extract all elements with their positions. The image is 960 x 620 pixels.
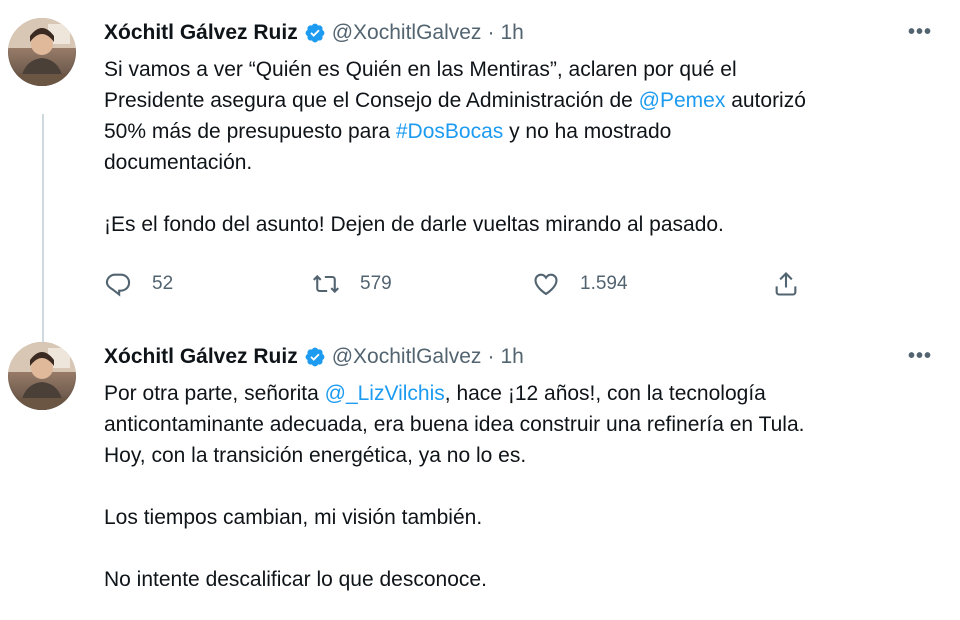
separator-dot: · [487, 21, 495, 44]
avatar[interactable] [8, 342, 76, 410]
text-line: ¡Es el fondo del asunto! Dejen de darle … [104, 213, 724, 236]
separator-dot: · [487, 345, 495, 368]
text-line: documentación. [104, 151, 253, 174]
author-name[interactable]: Xóchitl Gálvez Ruiz [104, 345, 298, 369]
verified-badge-icon [305, 347, 325, 367]
mention-link[interactable]: @Pemex [639, 89, 726, 112]
reply-icon [105, 273, 131, 297]
tweet-header: Xóchitl Gálvez Ruiz @XochitlGalvez · 1h [104, 342, 934, 372]
text-line: No intente descalificar lo que desconoce… [104, 568, 487, 591]
retweet-count: 579 [360, 273, 392, 294]
text-line: Hoy, con la transición energética, ya no… [104, 444, 527, 467]
tweet-actions: 52 579 1.594 [104, 264, 934, 304]
author-name[interactable]: Xóchitl Gálvez Ruiz [104, 21, 298, 45]
author-handle[interactable]: @XochitlGalvez [332, 345, 482, 369]
tweet-text: Si vamos a ver “Quién es Quién en las Me… [104, 54, 934, 240]
retweet-icon [313, 274, 339, 294]
share-icon [775, 272, 797, 296]
mention-link[interactable]: @_LizVilchis [325, 382, 445, 405]
text-line: anticontaminante adecuada, era buena ide… [104, 413, 805, 436]
like-count: 1.594 [580, 273, 628, 294]
text-line: Presidente asegura que el Consejo de Adm… [104, 89, 806, 112]
thread-connector-line [42, 114, 44, 350]
text-line: Por otra parte, señorita @_LizVilchis, h… [104, 382, 766, 405]
timestamp[interactable]: 1h [500, 21, 523, 45]
reply-count: 52 [152, 273, 174, 294]
more-icon[interactable]: ••• [906, 20, 934, 44]
author-handle[interactable]: @XochitlGalvez [332, 21, 482, 45]
hashtag-link[interactable]: #DosBocas [396, 120, 503, 143]
text-line: Los tiempos cambian, mi visión también. [104, 506, 483, 529]
text-line: 50% más de presupuesto para #DosBocas y … [104, 120, 672, 143]
like-button[interactable]: 1.594 [532, 264, 628, 304]
more-icon[interactable]: ••• [906, 344, 934, 368]
timestamp[interactable]: 1h [500, 345, 523, 369]
retweet-button[interactable]: 579 [312, 264, 392, 304]
verified-badge-icon [305, 23, 325, 43]
text-line: Si vamos a ver “Quién es Quién en las Me… [104, 58, 737, 81]
share-button[interactable] [772, 264, 820, 304]
tweet-text: Por otra parte, señorita @_LizVilchis, h… [104, 378, 934, 595]
reply-button[interactable]: 52 [104, 264, 173, 304]
avatar[interactable] [8, 18, 76, 86]
like-icon [534, 273, 558, 296]
tweet-header: Xóchitl Gálvez Ruiz @XochitlGalvez · 1h [104, 18, 934, 48]
